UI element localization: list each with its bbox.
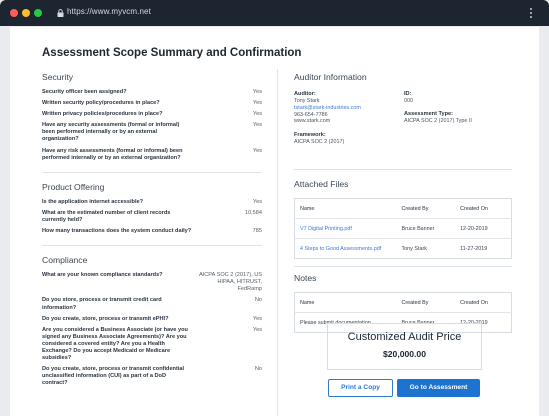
- auditor-heading: Auditor Information: [294, 72, 367, 82]
- browser-window: https://www.myvcm.net Assessment Scope S…: [0, 0, 549, 416]
- answer-text: Yes: [252, 326, 262, 333]
- auditor-website: www.stark.com: [294, 118, 331, 125]
- price-value: $20,000.00: [382, 349, 426, 359]
- question-text: What are your known compliance standards…: [42, 272, 163, 279]
- column-header: Created By: [401, 299, 429, 306]
- qa-row: Have any security assessments (formal or…: [42, 122, 262, 143]
- file-link[interactable]: V7 Digital Printing.pdf: [294, 218, 397, 239]
- table-header-row: Name Created By Created On: [295, 199, 512, 219]
- url-bar[interactable]: https://www.myvcm.net: [67, 7, 151, 16]
- table-header-row: Name Created By Created On: [295, 293, 512, 313]
- column-header: Created By: [401, 205, 429, 212]
- notes-heading: Notes: [294, 273, 317, 283]
- answer-text: Yes: [252, 198, 262, 205]
- answer-text: Yes: [252, 89, 262, 95]
- answer-text: 10,584: [244, 209, 262, 216]
- assessment-type-label: Assessment Type:: [404, 110, 454, 117]
- page-content: Assessment Scope Summary and Confirmatio…: [10, 27, 539, 416]
- price-card: Customized Audit Price $20,000.00: [327, 323, 482, 370]
- answer-text: Yes: [252, 100, 262, 107]
- column-header: Created On: [460, 205, 488, 212]
- auditor-info: Auditor: Tony Stark tstark@stark-industr…: [294, 91, 512, 161]
- qa-row: Do you store, process or transmit credit…: [42, 297, 262, 311]
- answer-text: AICPA SOC 2 (2017), US HIPAA, HITRUST, F…: [198, 272, 262, 293]
- table-cell: 12-20-2019: [455, 218, 512, 239]
- question-text: Is the application internet accessible?: [42, 198, 144, 205]
- auditor-name: Tony Stark: [294, 98, 320, 104]
- minimize-window-button[interactable]: [22, 9, 30, 17]
- maximize-window-button[interactable]: [34, 9, 42, 17]
- product-offering-list: Is the application internet accessible? Y…: [42, 199, 262, 235]
- question-text: How many transactions does the system co…: [42, 228, 192, 235]
- question-text: Security officer been assigned?: [42, 89, 127, 95]
- auditor-email-link[interactable]: tstark@stark-industries.com: [294, 105, 404, 112]
- table-cell: Tony Stark: [396, 238, 456, 259]
- framework-value: AICPA SOC 2 (2017): [294, 139, 345, 146]
- question-text: Do you create, store, process or transmi…: [42, 366, 185, 387]
- answer-text: Yes: [252, 315, 262, 322]
- question-text: Do you create, store, process or transmi…: [42, 315, 169, 322]
- framework-label: Framework:: [294, 132, 326, 139]
- column-header: Name: [300, 299, 315, 306]
- compliance-list: What are your known compliance standards…: [42, 272, 262, 387]
- lock-icon: [57, 9, 64, 17]
- question-text: What are the estimated number of client …: [42, 209, 171, 223]
- column-divider: [277, 69, 278, 416]
- qa-row: Is the application internet accessible? Y…: [42, 199, 262, 206]
- divider: [42, 245, 262, 247]
- close-window-button[interactable]: [10, 9, 18, 17]
- auditor-phone: 963-654-7786: [294, 111, 328, 118]
- qa-row: How many transactions does the system co…: [42, 228, 262, 235]
- divider: [42, 171, 262, 173]
- column-header: Created On: [460, 299, 488, 306]
- question-text: Do you store, process or transmit credit…: [42, 297, 162, 311]
- answer-text: 785: [252, 228, 262, 235]
- divider: [294, 266, 512, 267]
- question-text: Are you considered a Business Associate …: [42, 326, 188, 362]
- attached-files-table: Name Created By Created On V7 Digital Print…: [294, 198, 512, 259]
- qa-row: Written privacy policies/procedures in p…: [42, 111, 262, 118]
- question-text: Have any risk assessments (formal or inf…: [42, 147, 183, 161]
- qa-row: Security officer been assigned? Yes: [42, 89, 262, 96]
- id-label: ID:: [404, 91, 412, 97]
- qa-row: What are the estimated number of client …: [42, 210, 262, 224]
- print-copy-button[interactable]: Print a Copy: [328, 379, 393, 397]
- qa-row: Are you considered a Business Associate …: [42, 327, 262, 362]
- go-to-assessment-button[interactable]: Go to Assessment: [397, 379, 480, 397]
- answer-text: No: [254, 366, 262, 373]
- table-row: 4 Steps to Good Assessments.pdf Tony Star…: [294, 238, 512, 259]
- file-link[interactable]: 4 Steps to Good Assessments.pdf: [294, 238, 397, 259]
- more-options-icon[interactable]: [530, 8, 533, 19]
- price-title: Customized Audit Price: [347, 331, 462, 343]
- security-heading: Security: [42, 72, 74, 82]
- question-text: Written security policy/procedures in pl…: [42, 100, 160, 107]
- answer-text: No: [254, 297, 262, 304]
- qa-row: Do you create, store, process or transmi…: [42, 366, 262, 387]
- left-column: Security Security officer been assigned?…: [42, 67, 262, 391]
- auditor-label: Auditor:: [294, 91, 316, 97]
- answer-text: Yes: [252, 147, 262, 154]
- compliance-heading: Compliance: [42, 255, 88, 266]
- qa-row: What are your known compliance standards…: [42, 272, 262, 293]
- attached-files-heading: Attached Files: [294, 179, 349, 189]
- browser-titlebar: https://www.myvcm.net: [0, 0, 549, 26]
- page-title: Assessment Scope Summary and Confirmatio…: [42, 47, 302, 59]
- divider: [294, 169, 512, 170]
- column-header: Name: [300, 205, 315, 212]
- qa-row: Do you create, store, process or transmi…: [42, 316, 262, 323]
- answer-text: Yes: [252, 122, 262, 129]
- table-row: V7 Digital Printing.pdf Bruce Banner 12-20…: [294, 218, 512, 239]
- id-value: 000: [404, 98, 413, 104]
- assessment-type-value: AICPA SOC 2 (2017) Type II: [404, 117, 472, 124]
- table-cell: 11-27-2019: [455, 238, 512, 259]
- right-column: Auditor Information Auditor: Tony Stark …: [294, 67, 512, 333]
- table-cell: Bruce Banner: [396, 218, 456, 239]
- product-offering-heading: Product Offering: [42, 181, 105, 192]
- question-text: Have any security assessments (formal or…: [42, 122, 180, 143]
- qa-row: Written security policy/procedures in pl…: [42, 100, 262, 107]
- answer-text: Yes: [252, 111, 262, 118]
- qa-row: Have any risk assessments (formal or inf…: [42, 148, 262, 162]
- question-text: Written privacy policies/procedures in p…: [42, 111, 163, 118]
- security-list: Security officer been assigned? Yes Writte…: [42, 89, 262, 162]
